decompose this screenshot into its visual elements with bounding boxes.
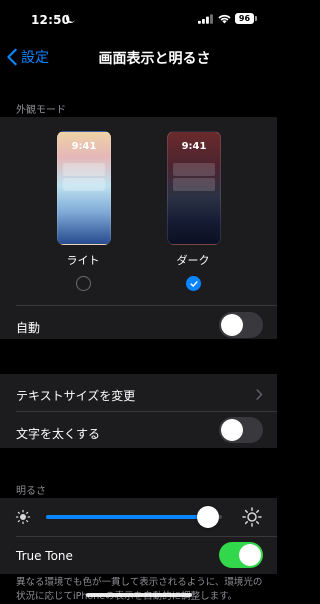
brightness-header: 明るさ [16,486,46,497]
dark-mode-preview[interactable]: 9:41 [167,131,221,245]
checkmark-icon [190,281,198,287]
cellular-signal-icon [198,14,213,24]
automatic-label: 自動 [16,321,41,335]
preview-time: 9:41 [71,141,97,152]
appearance-header: 外観モード [16,105,66,116]
brightness-slider-track[interactable] [46,515,222,519]
light-mode-preview[interactable]: 9:41 [57,131,111,245]
brightness-slider-thumb[interactable] [196,506,219,528]
bold-text-toggle[interactable] [219,417,263,443]
preview-time: 9:41 [181,141,207,152]
moon-icon [66,14,75,24]
appearance-group: 9:41 9:41 ライト ダーク 自動 [0,117,277,339]
true-tone-label: True Tone [16,549,73,563]
wifi-icon [218,14,231,24]
battery-tip [255,16,257,21]
brightness-slider-fill [46,515,208,519]
true-tone-toggle[interactable] [219,542,263,568]
battery-icon: 96 [235,13,254,24]
dark-option-label: ダーク [176,254,210,267]
text-group: テキストサイズを変更 文字を太くする [0,374,277,448]
page-title: 画面表示と明るさ [98,51,211,67]
brightness-group: True Tone [0,498,277,574]
text-size-label[interactable]: テキストサイズを変更 [16,387,135,404]
automatic-toggle[interactable] [219,312,263,338]
chevron-right-icon [256,389,263,400]
light-option-label: ライト [66,254,100,267]
home-indicator [86,593,192,597]
bold-text-label: 文字を太くする [16,427,101,441]
sun-small-icon [15,509,31,525]
sun-large-icon [242,507,262,527]
light-radio[interactable] [76,276,91,291]
dark-radio[interactable] [186,276,201,291]
